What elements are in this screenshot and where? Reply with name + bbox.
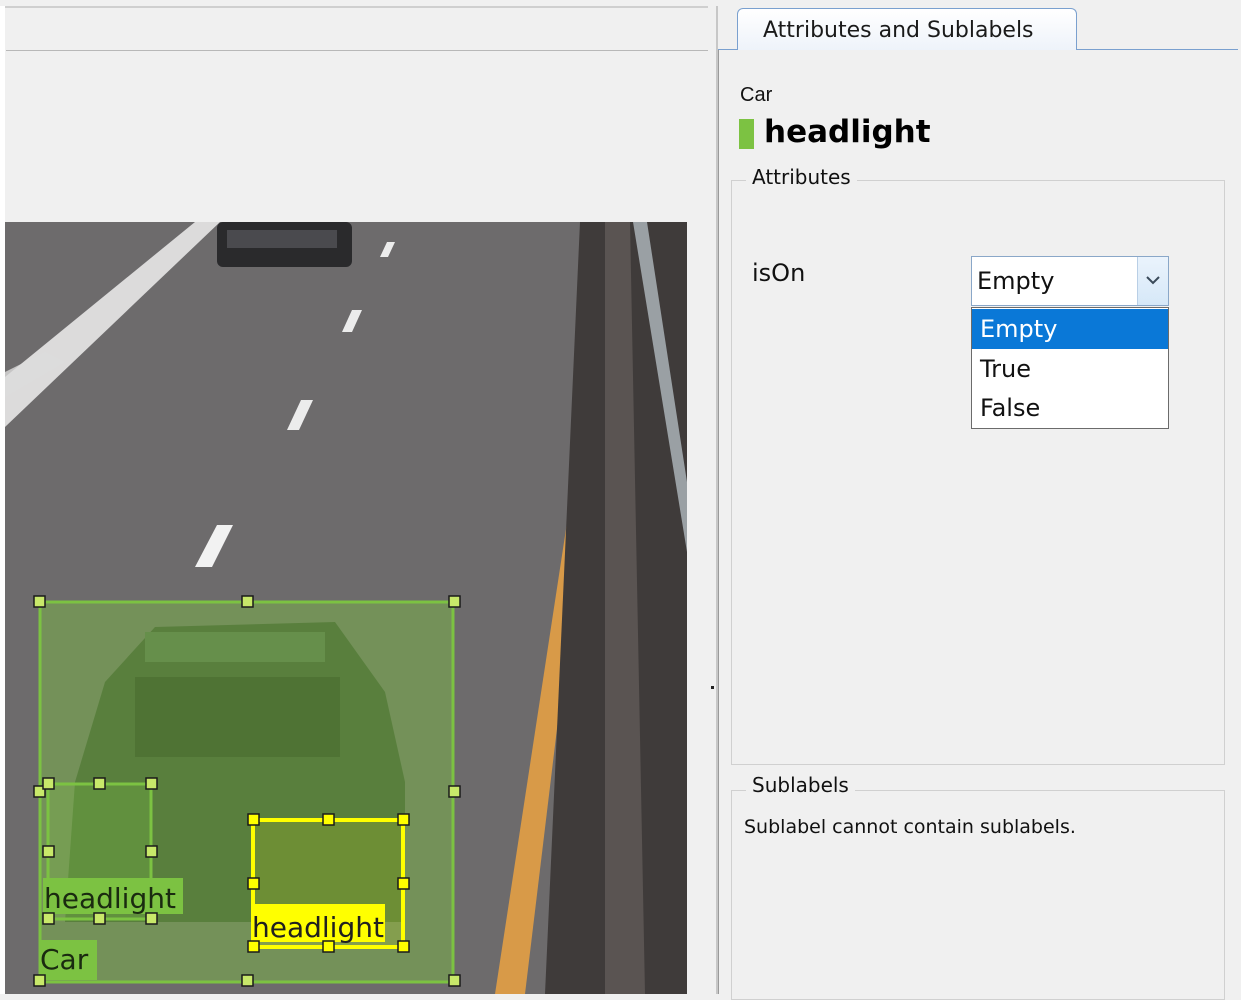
sublabels-group-title: Sublabels [746, 773, 855, 797]
attribute-name: isOn [752, 259, 806, 287]
image-display-panel: headlight headlight Car [0, 0, 708, 994]
panel-top-border [0, 6, 708, 8]
roi-label-headlight-right: headlight [252, 911, 384, 944]
roi-overlay [33, 595, 461, 987]
panel-border [718, 50, 719, 994]
roi-label-headlight-left: headlight [44, 882, 176, 915]
chevron-down-icon [1146, 276, 1160, 285]
toolbar-divider [6, 50, 708, 51]
tab-label: Attributes and Sublabels [763, 18, 1034, 43]
splitter-grip[interactable] [711, 686, 714, 689]
video-frame[interactable] [5, 222, 687, 994]
roi-label-car: Car [40, 943, 89, 976]
attributes-panel: Attributes and Sublabels Car headlight A… [718, 0, 1241, 1000]
dropdown-toggle-button[interactable] [1137, 257, 1168, 305]
dropdown-option-true[interactable]: True [972, 349, 1168, 389]
attribute-value-dropdown[interactable]: Empty [971, 256, 1169, 306]
dropdown-option-empty[interactable]: Empty [972, 309, 1168, 349]
sublabels-message: Sublabel cannot contain sublabels. [744, 816, 1076, 838]
dropdown-options-list: Empty True False [971, 307, 1169, 429]
dropdown-selected-value: Empty [977, 267, 1055, 295]
selected-label-name: headlight [764, 114, 931, 150]
tab-attributes-and-sublabels[interactable]: Attributes and Sublabels [737, 8, 1077, 50]
attributes-group-title: Attributes [746, 165, 857, 189]
label-color-swatch [739, 119, 754, 149]
parent-label-name: Car [740, 84, 773, 106]
dropdown-option-false[interactable]: False [972, 388, 1168, 428]
